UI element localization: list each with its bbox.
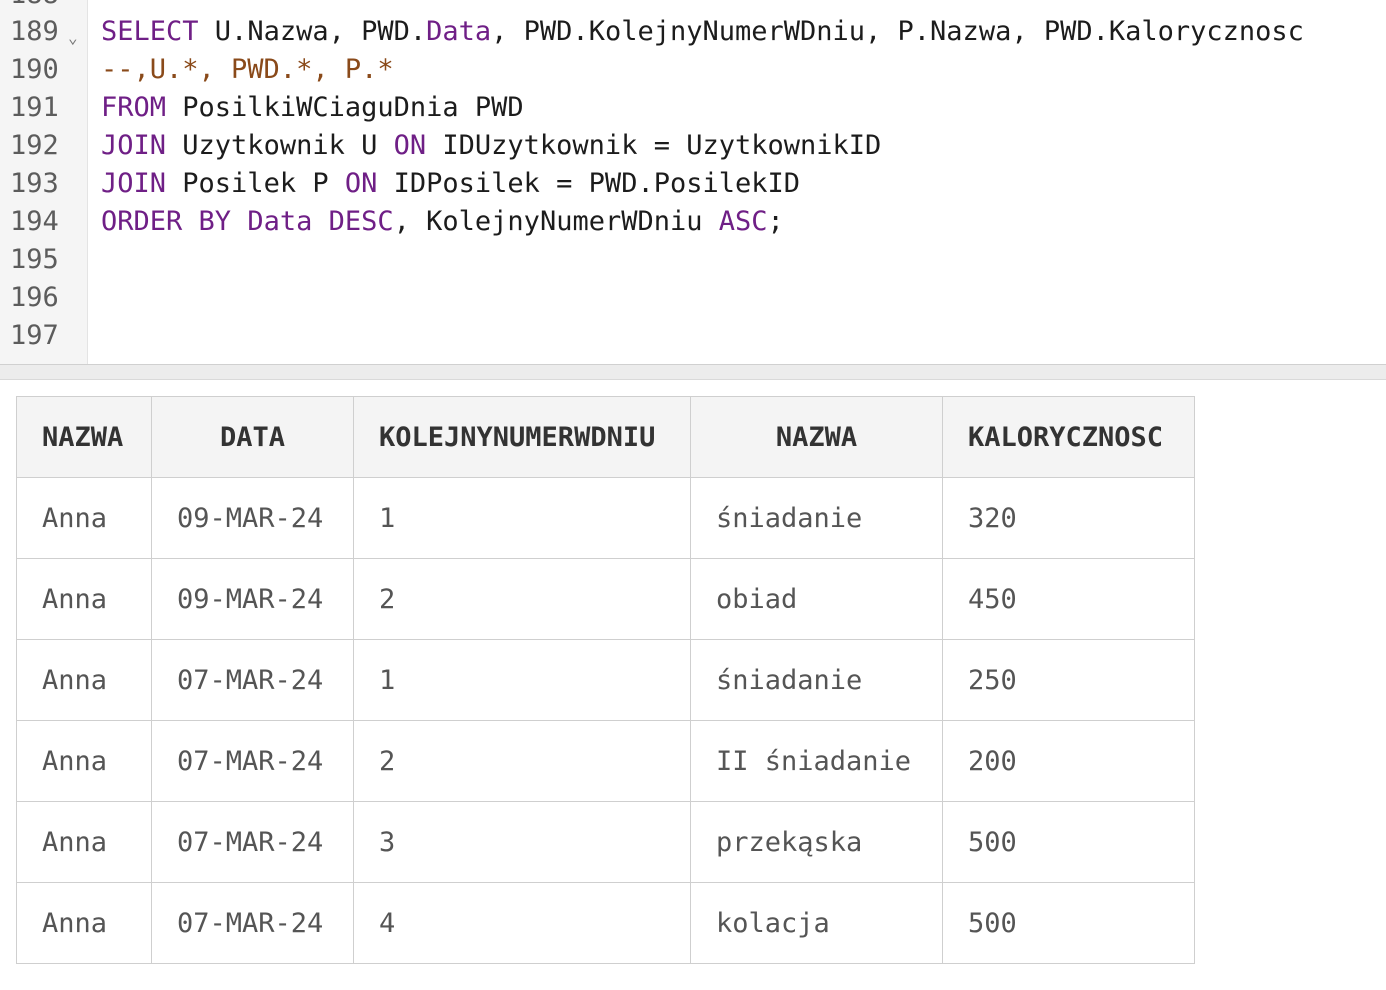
sql-text: PosilkiWCiaguDnia PWD [166, 92, 524, 123]
code-line-comment[interactable]: --,U.*, PWD.*, P.* [101, 51, 394, 89]
line-number: 189 [10, 16, 59, 47]
cell-data[interactable]: 09-MAR-24 [151, 558, 354, 640]
line-number: 192 [10, 130, 59, 161]
sql-keyword: FROM [101, 92, 167, 123]
sql-text: , PWD.KolejnyNumerWDniu, P.Nazwa, PWD.Ka… [491, 16, 1304, 47]
sql-keyword: ON [393, 130, 427, 161]
column-header-kolejnynumerwdniu[interactable]: KOLEJNYNUMERWDNIU [353, 396, 691, 478]
cell-kolejny-numer[interactable]: 2 [353, 720, 691, 802]
cell-kolejny-numer[interactable]: 4 [353, 882, 691, 964]
sql-keyword: ORDER BY [101, 206, 232, 237]
table-row[interactable]: Anna 07-MAR-24 2 II śniadanie 200 [16, 720, 1195, 802]
cell-kalorycznosc[interactable]: 500 [942, 801, 1195, 883]
query-results-grid: NAZWA DATA KOLEJNYNUMERWDNIU NAZWA KALOR… [16, 396, 1195, 964]
table-row[interactable]: Anna 09-MAR-24 2 obiad 450 [16, 558, 1195, 640]
cell-data[interactable]: 07-MAR-24 [151, 720, 354, 802]
sql-editor[interactable]: 188 189 ⌄ 190 191 192 193 194 195 196 19… [0, 0, 1386, 364]
cell-kalorycznosc[interactable]: 450 [942, 558, 1195, 640]
code-line-select[interactable]: SELECT U.Nazwa, PWD.Data, PWD.KolejnyNum… [101, 13, 1304, 51]
sql-text: IDUzytkownik = UzytkownikID [426, 130, 882, 161]
cell-uzytkownik[interactable]: Anna [16, 558, 152, 640]
table-row[interactable]: Anna 07-MAR-24 1 śniadanie 250 [16, 639, 1195, 721]
cell-uzytkownik[interactable]: Anna [16, 720, 152, 802]
sql-text: Uzytkownik U [166, 130, 394, 161]
cell-posilek[interactable]: kolacja [690, 882, 943, 964]
cell-data[interactable]: 09-MAR-24 [151, 477, 354, 559]
sql-keyword: Data [247, 206, 313, 237]
sql-comment: --,U.*, PWD.*, P.* [101, 54, 394, 85]
sql-keyword: Data [426, 16, 492, 47]
code-line-join-uzytkownik[interactable]: JOIN Uzytkownik U ON IDUzytkownik = Uzyt… [101, 127, 881, 165]
cell-uzytkownik[interactable]: Anna [16, 801, 152, 883]
table-row[interactable]: Anna 07-MAR-24 3 przekąska 500 [16, 801, 1195, 883]
cell-data[interactable]: 07-MAR-24 [151, 639, 354, 721]
results-header-row: NAZWA DATA KOLEJNYNUMERWDNIU NAZWA KALOR… [16, 396, 1195, 478]
cell-kolejny-numer[interactable]: 3 [353, 801, 691, 883]
sql-text: , KolejnyNumerWDniu [393, 206, 719, 237]
cell-posilek[interactable]: obiad [690, 558, 943, 640]
cell-kolejny-numer[interactable]: 2 [353, 558, 691, 640]
code-line-join-posilek[interactable]: JOIN Posilek P ON IDPosilek = PWD.Posile… [101, 165, 800, 203]
sql-keyword: JOIN [101, 130, 167, 161]
table-row[interactable]: Anna 07-MAR-24 4 kolacja 500 [16, 882, 1195, 964]
sql-text: ; [767, 206, 784, 237]
pane-splitter[interactable] [0, 364, 1386, 380]
cell-kalorycznosc[interactable]: 320 [942, 477, 1195, 559]
cell-uzytkownik[interactable]: Anna [16, 477, 152, 559]
column-header-data[interactable]: DATA [151, 396, 354, 478]
sql-keyword: JOIN [101, 168, 167, 199]
sql-keyword: ASC [718, 206, 768, 237]
cell-uzytkownik[interactable]: Anna [16, 882, 152, 964]
column-header-nazwa-posilku[interactable]: NAZWA [690, 396, 943, 478]
cell-kolejny-numer[interactable]: 1 [353, 639, 691, 721]
table-row[interactable]: Anna 09-MAR-24 1 śniadanie 320 [16, 477, 1195, 559]
line-number: 194 [10, 206, 59, 237]
cell-data[interactable]: 07-MAR-24 [151, 882, 354, 964]
sql-keyword: DESC [328, 206, 394, 237]
sql-text: Posilek P [166, 168, 345, 199]
line-number: 195 [10, 244, 59, 275]
cell-uzytkownik[interactable]: Anna [16, 639, 152, 721]
cell-posilek[interactable]: II śniadanie [690, 720, 943, 802]
cell-posilek[interactable]: śniadanie [690, 639, 943, 721]
line-number: 196 [10, 282, 59, 313]
cell-posilek[interactable]: przekąska [690, 801, 943, 883]
code-line-order-by[interactable]: ORDER BY Data DESC, KolejnyNumerWDniu AS… [101, 203, 784, 241]
line-number: 191 [10, 92, 59, 123]
sql-text: U.Nazwa, PWD. [198, 16, 427, 47]
results-table: NAZWA DATA KOLEJNYNUMERWDNIU NAZWA KALOR… [16, 396, 1195, 964]
chevron-down-icon[interactable]: ⌄ [68, 30, 78, 46]
cell-posilek[interactable]: śniadanie [690, 477, 943, 559]
sql-keyword: SELECT [101, 16, 199, 47]
column-header-kalorycznosc[interactable]: KALORYCZNOSC [942, 396, 1195, 478]
cell-data[interactable]: 07-MAR-24 [151, 801, 354, 883]
line-number: 197 [10, 320, 59, 351]
line-number-gutter: 188 189 ⌄ 190 191 192 193 194 195 196 19… [0, 0, 88, 364]
code-line-from[interactable]: FROM PosilkiWCiaguDnia PWD [101, 89, 524, 127]
cell-kalorycznosc[interactable]: 500 [942, 882, 1195, 964]
line-number: 188 [10, 0, 64, 14]
cell-kolejny-numer[interactable]: 1 [353, 477, 691, 559]
cell-kalorycznosc[interactable]: 200 [942, 720, 1195, 802]
sql-text: IDPosilek = PWD.PosilekID [377, 168, 800, 199]
column-header-nazwa[interactable]: NAZWA [16, 396, 152, 478]
cell-kalorycznosc[interactable]: 250 [942, 639, 1195, 721]
sql-keyword: ON [344, 168, 378, 199]
line-number: 190 [10, 54, 59, 85]
line-number: 193 [10, 168, 59, 199]
